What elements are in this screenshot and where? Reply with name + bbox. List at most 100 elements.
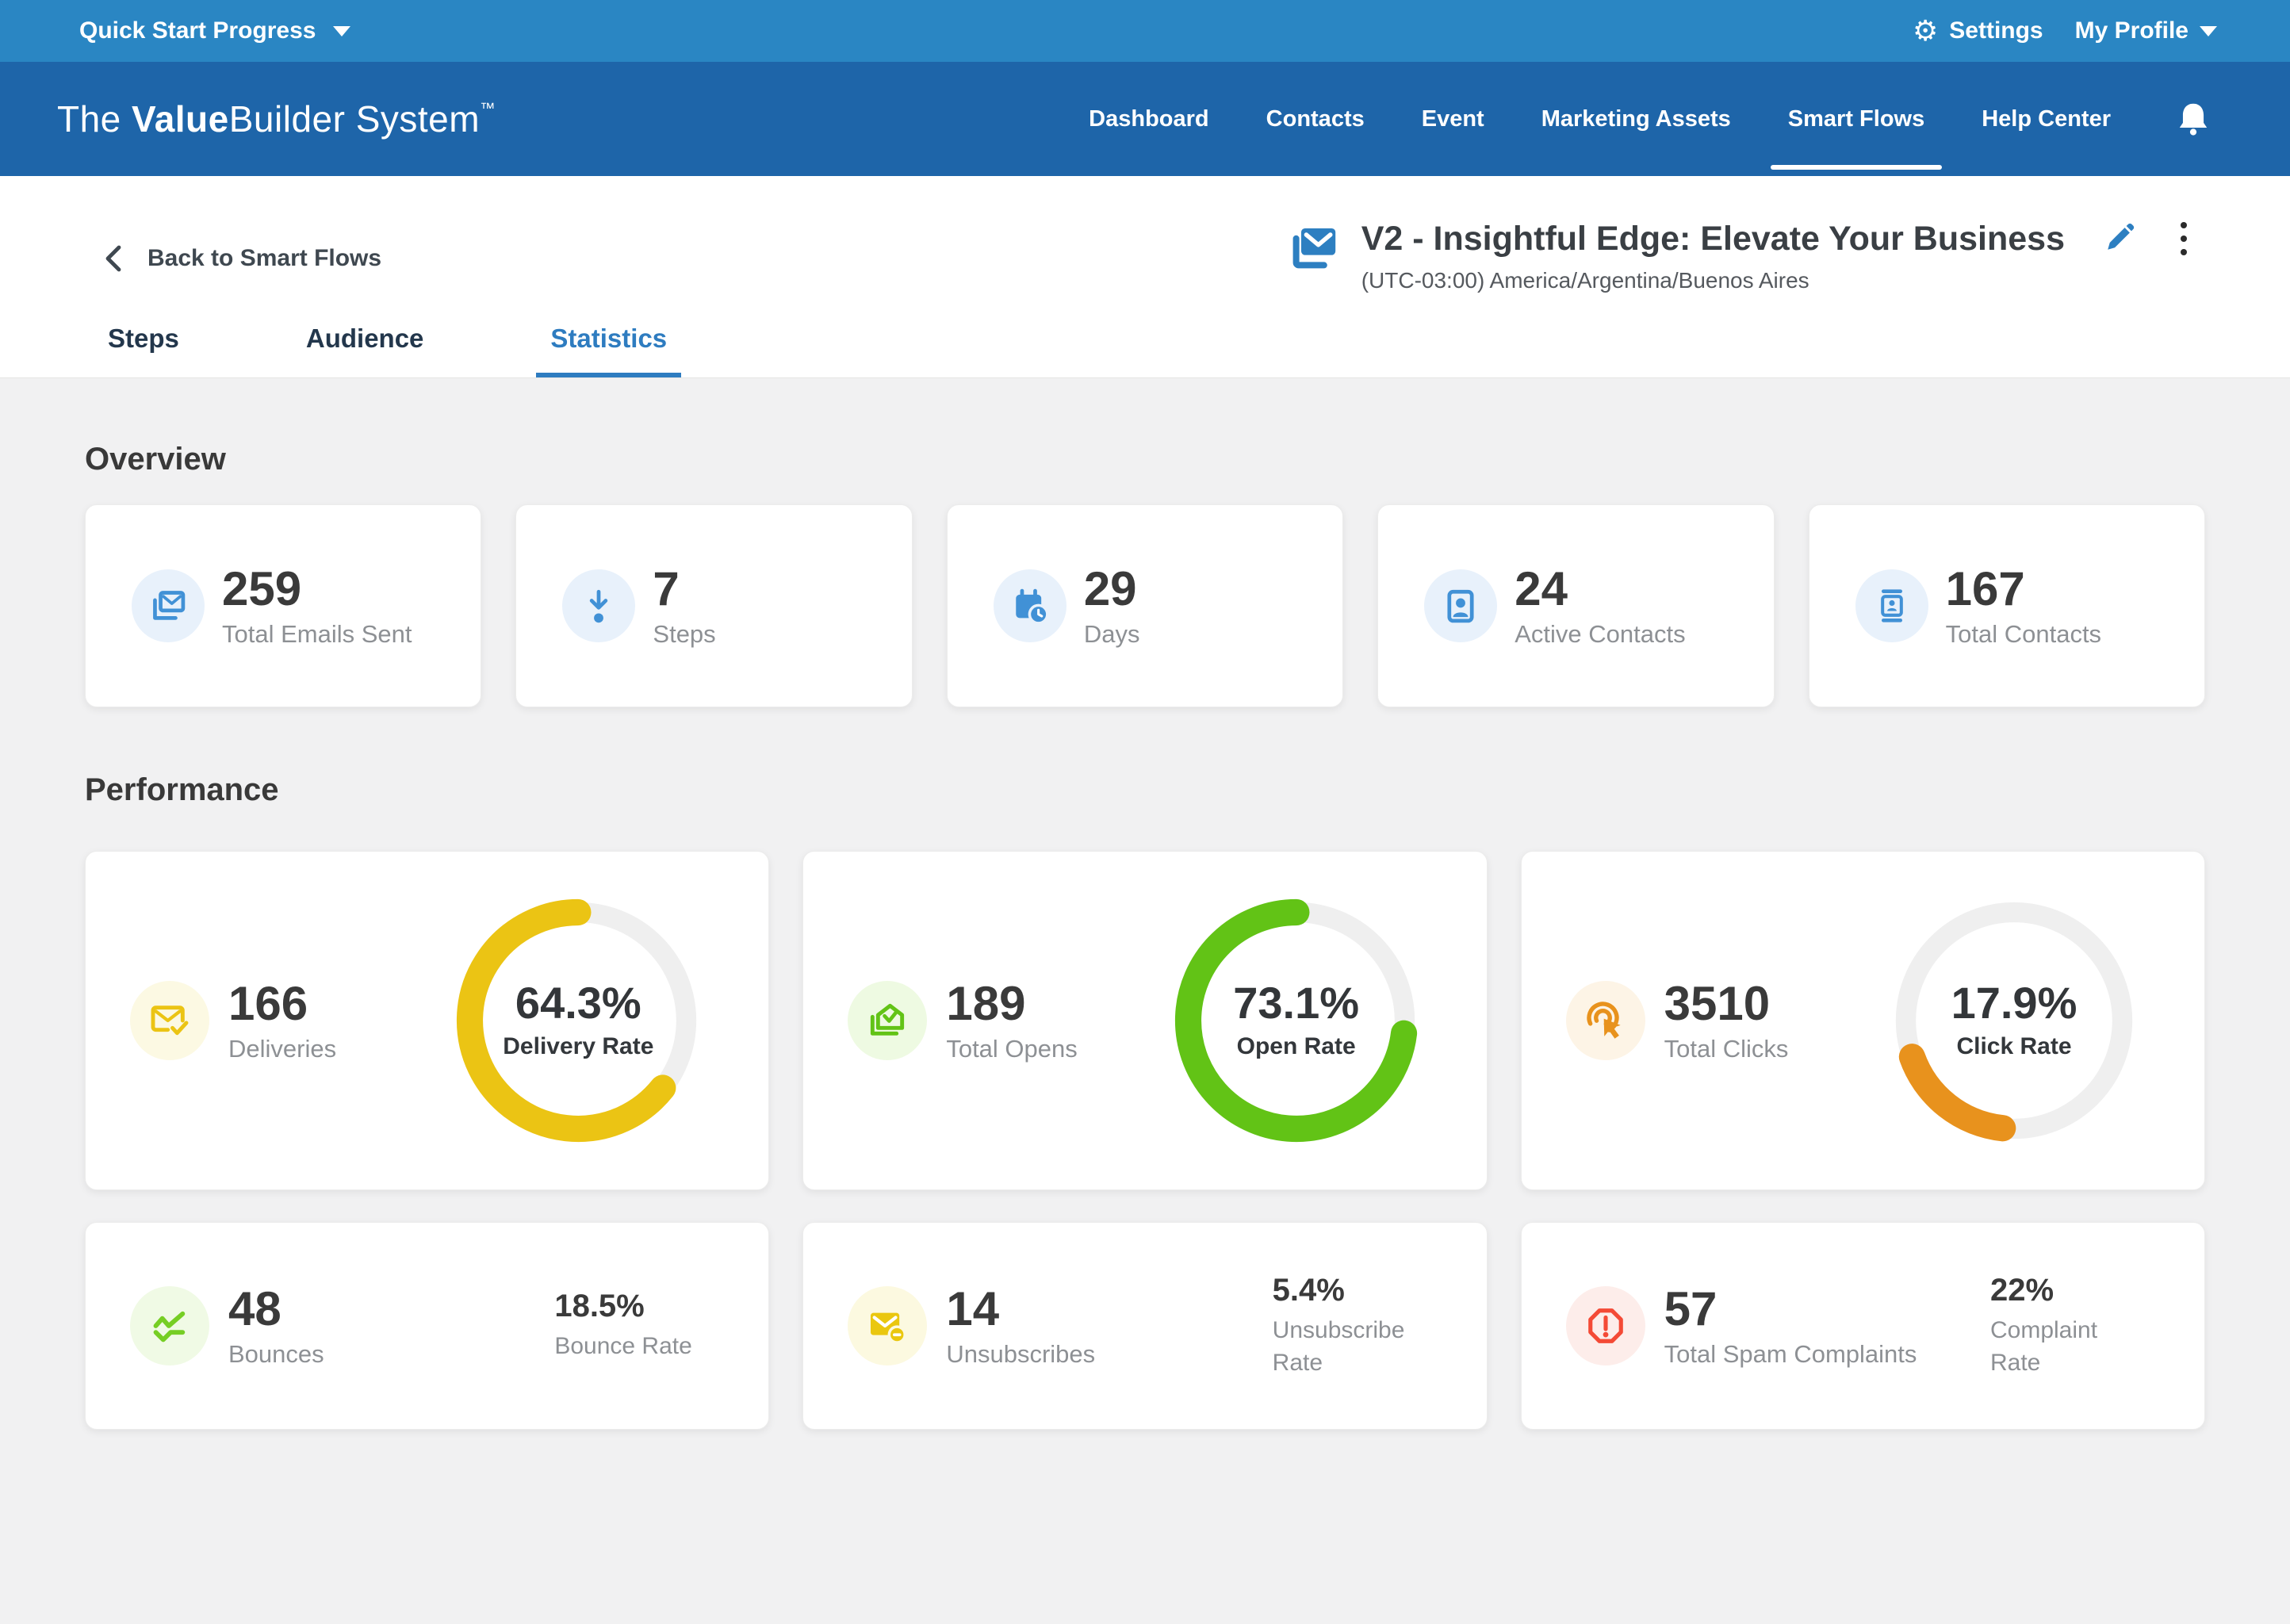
donut-rate-value: 17.9% xyxy=(1951,981,2077,1025)
my-profile-menu[interactable]: My Profile xyxy=(2075,17,2217,44)
quick-start-progress-label: Quick Start Progress xyxy=(79,17,316,44)
stat-label: Days xyxy=(1084,620,1140,649)
overview-card-days: 29 Days xyxy=(947,504,1343,707)
stat-value: 166 xyxy=(228,979,336,1028)
logo-the: The xyxy=(57,98,132,140)
click-rate-donut-chart: 17.9% Click Rate xyxy=(1890,897,2138,1144)
stat-label: Total Emails Sent xyxy=(222,620,412,649)
stat-label: Unsubscribes xyxy=(946,1340,1095,1369)
logo-rest: Builder System xyxy=(229,98,480,140)
more-options-kebab-icon[interactable] xyxy=(2173,217,2195,260)
stat-label: Total Opens xyxy=(946,1035,1077,1063)
statistics-content: Overview 259 Total Emails Sent xyxy=(0,378,2290,1624)
stat-label: Active Contacts xyxy=(1515,620,1685,649)
performance-card-total-clicks: 3510 Total Clicks 17.9% Click Rate xyxy=(1521,851,2205,1190)
stat-value: 189 xyxy=(946,979,1077,1028)
flow-title: V2 - Insightful Edge: Elevate Your Busin… xyxy=(1361,220,2065,259)
stat-value: 259 xyxy=(222,564,412,614)
open-envelope-check-icon xyxy=(865,998,909,1043)
donut-rate-value: 64.3% xyxy=(515,981,641,1025)
nav-item-event[interactable]: Event xyxy=(1422,62,1484,176)
back-to-smart-flows-link[interactable]: Back to Smart Flows xyxy=(101,243,381,274)
edit-pencil-icon[interactable] xyxy=(2101,221,2136,256)
overview-cards: 259 Total Emails Sent 7 Steps xyxy=(85,504,2205,707)
bounce-zigzag-icon xyxy=(147,1304,192,1348)
performance-heading: Performance xyxy=(85,772,2205,808)
performance-card-unsubscribes: 14 Unsubscribes 5.4% Unsubscribe Rate xyxy=(802,1222,1487,1430)
nav-item-smart-flows[interactable]: Smart Flows xyxy=(1788,62,1924,176)
donut-rate-label: Delivery Rate xyxy=(503,1033,653,1060)
performance-rate-cards: 48 Bounces 18.5% Bounce Rate xyxy=(85,1222,2205,1430)
overview-card-active-contacts: 24 Active Contacts xyxy=(1377,504,1774,707)
stat-value: 24 xyxy=(1515,564,1685,614)
stat-value: 57 xyxy=(1664,1284,1917,1334)
nav-item-help-center[interactable]: Help Center xyxy=(1982,62,2111,176)
open-rate-donut-chart: 73.1% Open Rate xyxy=(1173,897,1420,1144)
nav-items: Dashboard Contacts Event Marketing Asset… xyxy=(1089,62,2211,176)
logo-value: Value xyxy=(132,98,229,140)
notification-bell-icon[interactable] xyxy=(2176,100,2211,138)
active-contacts-icon xyxy=(1440,585,1481,626)
donut-rate-label: Click Rate xyxy=(1956,1033,2071,1060)
performance-card-bounces: 48 Bounces 18.5% Bounce Rate xyxy=(85,1222,769,1430)
stat-label: Bounces xyxy=(228,1340,324,1369)
stat-value: 167 xyxy=(1946,564,2101,614)
gear-icon: ⚙ xyxy=(1913,17,1938,45)
stat-label: Total Spam Complaints xyxy=(1664,1340,1917,1369)
stat-value: 7 xyxy=(653,564,715,614)
stat-value: 14 xyxy=(946,1284,1095,1334)
logo-tm: ™ xyxy=(480,101,496,117)
flow-envelope-icon xyxy=(1289,222,1339,273)
performance-card-spam-complaints: 57 Total Spam Complaints 22% Complaint R… xyxy=(1521,1222,2205,1430)
unsubscribe-envelope-minus-icon xyxy=(865,1304,909,1348)
tab-audience[interactable]: Audience xyxy=(292,324,438,377)
rate-label: Complaint Rate xyxy=(1990,1315,2149,1379)
back-label: Back to Smart Flows xyxy=(147,245,381,272)
tab-statistics[interactable]: Statistics xyxy=(536,324,681,377)
settings-label: Settings xyxy=(1949,17,2043,44)
my-profile-label: My Profile xyxy=(2075,17,2189,44)
steps-icon xyxy=(578,585,619,626)
overview-card-steps: 7 Steps xyxy=(515,504,912,707)
days-icon xyxy=(1009,585,1051,626)
chevron-down-icon xyxy=(2200,26,2217,36)
rate-value: 22% xyxy=(1990,1273,2149,1308)
flow-header: Back to Smart Flows V2 - Insightful Edge… xyxy=(0,176,2290,378)
overview-card-total-contacts: 167 Total Contacts xyxy=(1809,504,2205,707)
stat-value: 48 xyxy=(228,1284,324,1334)
rate-label: Bounce Rate xyxy=(554,1331,713,1363)
stat-label: Total Clicks xyxy=(1664,1035,1789,1063)
performance-donut-cards: 166 Deliveries 64.3% Delivery Rate xyxy=(85,851,2205,1190)
tab-steps[interactable]: Steps xyxy=(94,324,193,377)
overview-card-total-emails-sent: 259 Total Emails Sent xyxy=(85,504,481,707)
rate-value: 18.5% xyxy=(554,1289,713,1324)
chevron-left-icon xyxy=(101,243,125,274)
stat-value: 29 xyxy=(1084,564,1140,614)
settings-button[interactable]: ⚙ Settings xyxy=(1913,17,2043,45)
performance-card-total-opens: 189 Total Opens 73.1% Open Rate xyxy=(802,851,1487,1190)
quick-start-progress-menu[interactable]: Quick Start Progress xyxy=(79,17,350,44)
nav-item-contacts[interactable]: Contacts xyxy=(1266,62,1365,176)
total-contacts-icon xyxy=(1871,585,1913,626)
rate-label: Unsubscribe Rate xyxy=(1273,1315,1431,1379)
spam-alert-octagon-icon xyxy=(1583,1304,1628,1348)
flow-tabs: Steps Audience Statistics xyxy=(94,324,681,377)
stat-label: Steps xyxy=(653,620,715,649)
app-logo[interactable]: The ValueBuilder System™ xyxy=(57,98,496,140)
rate-value: 5.4% xyxy=(1273,1273,1431,1308)
donut-rate-label: Open Rate xyxy=(1237,1033,1356,1060)
main-nav-bar: The ValueBuilder System™ Dashboard Conta… xyxy=(0,62,2290,176)
stat-value: 3510 xyxy=(1664,979,1789,1028)
click-target-icon xyxy=(1583,998,1628,1043)
top-utility-bar: Quick Start Progress ⚙ Settings My Profi… xyxy=(0,0,2290,62)
page: Quick Start Progress ⚙ Settings My Profi… xyxy=(0,0,2290,1624)
delivery-envelope-check-icon xyxy=(147,998,192,1043)
delivery-rate-donut-chart: 64.3% Delivery Rate xyxy=(454,897,702,1144)
chevron-down-icon xyxy=(333,26,350,36)
stat-label: Deliveries xyxy=(228,1035,336,1063)
emails-sent-icon xyxy=(147,585,189,626)
overview-heading: Overview xyxy=(85,442,2205,477)
stat-label: Total Contacts xyxy=(1946,620,2101,649)
nav-item-dashboard[interactable]: Dashboard xyxy=(1089,62,1208,176)
nav-item-marketing-assets[interactable]: Marketing Assets xyxy=(1541,62,1731,176)
